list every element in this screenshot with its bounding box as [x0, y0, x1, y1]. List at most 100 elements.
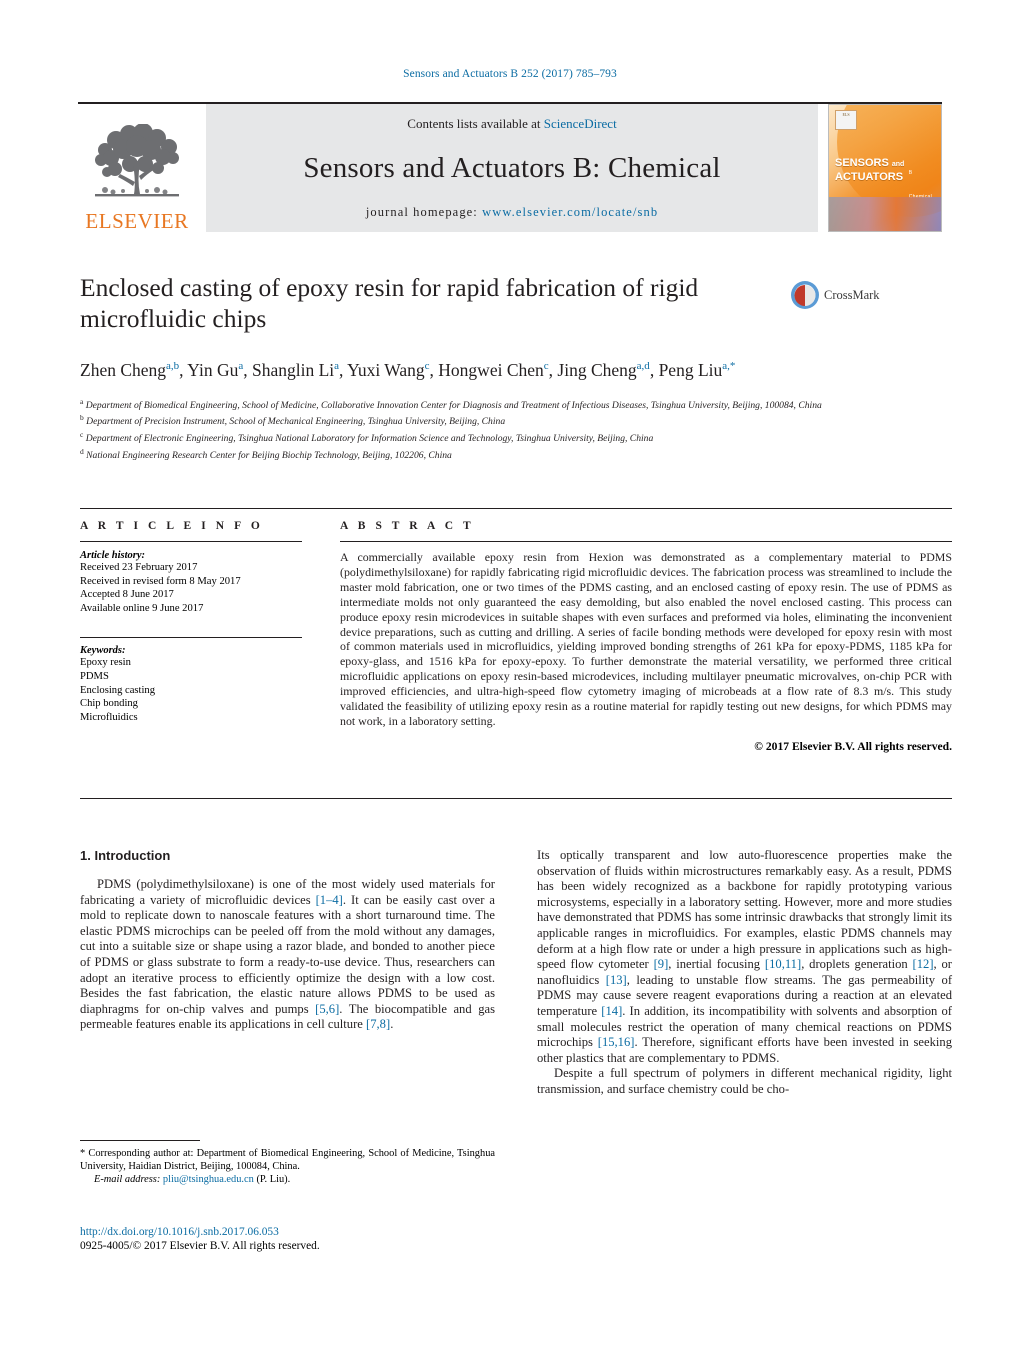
- affiliation-list: a Department of Biomedical Engineering, …: [80, 396, 870, 462]
- citation-link[interactable]: [14]: [601, 1004, 622, 1018]
- author-name: Shanglin Lia: [251, 359, 340, 380]
- article-info-heading: A R T I C L E I N F O: [80, 520, 264, 532]
- abstract-bottom-rule: [80, 798, 952, 799]
- crossmark-label: CrossMark: [824, 287, 880, 302]
- keyword-item: PDMS: [80, 670, 109, 682]
- cover-publisher-mark: ELS: [835, 110, 857, 130]
- email-link[interactable]: pliu@tsinghua.edu.cn: [163, 1174, 254, 1185]
- article-info-column: A R T I C L E I N F O Article history: R…: [80, 520, 330, 753]
- crossmark-badge[interactable]: CrossMark: [790, 280, 886, 310]
- citation-link[interactable]: [12]: [913, 957, 934, 971]
- citation-link[interactable]: [13]: [606, 973, 627, 987]
- journal-homepage-line: journal homepage: www.elsevier.com/locat…: [366, 205, 658, 220]
- abstract-copyright: © 2017 Elsevier B.V. All rights reserved…: [754, 739, 952, 753]
- author-affiliation-mark: a,*: [722, 360, 736, 372]
- author-affiliation-mark: a,d: [636, 360, 650, 372]
- introduction-paragraph-1: PDMS (polydimethylsiloxane) is one of th…: [80, 877, 495, 1032]
- cover-title-text: SENSORS and ACTUATORS: [835, 157, 904, 183]
- abstract-column: A B S T R A C T A commercially available…: [340, 520, 952, 753]
- cover-and: and: [891, 161, 905, 168]
- author-affiliation-mark: a: [238, 360, 244, 372]
- abstract-text: A commercially available epoxy resin fro…: [340, 550, 952, 728]
- body-column-right: Its optically transparent and low auto-f…: [537, 848, 952, 1098]
- keyword-item: Microfluidics: [80, 711, 138, 723]
- running-head: Sensors and Actuators B 252 (2017) 785–7…: [403, 68, 617, 80]
- title-block: Enclosed casting of epoxy resin for rapi…: [80, 272, 880, 462]
- citation-link[interactable]: [5,6]: [315, 1002, 339, 1016]
- citation-link[interactable]: [9]: [654, 957, 669, 971]
- issn-copyright: 0925-4005/© 2017 Elsevier B.V. All right…: [80, 1240, 320, 1252]
- article-history-item: Received 23 February 2017: [80, 562, 198, 573]
- author-name: Peng Liua,*: [658, 359, 736, 380]
- article-history-list: Received 23 February 2017 Received in rev…: [80, 561, 330, 615]
- keywords-block: Keywords: Epoxy resin PDMS Enclosing casti…: [80, 637, 330, 724]
- cover-letter-b: B: [908, 170, 913, 176]
- affiliation-mark: d: [80, 446, 84, 456]
- paper-page: Sensors and Actuators B 252 (2017) 785–7…: [0, 0, 1020, 1351]
- homepage-url-link[interactable]: www.elsevier.com/locate/snb: [482, 205, 658, 219]
- author-list: Zhen Chenga,b, Yin Gua, Shanglin Lia, Yu…: [80, 359, 736, 380]
- citation-link[interactable]: [10,11]: [765, 957, 801, 971]
- cover-line-2: ACTUATORS: [835, 171, 904, 183]
- affiliation-mark: c: [80, 430, 84, 440]
- cover-line-1: SENSORS: [835, 157, 889, 169]
- sciencedirect-link[interactable]: ScienceDirect: [544, 116, 617, 131]
- crossmark-icon: [791, 281, 819, 309]
- introduction-heading: 1. Introduction: [80, 848, 171, 863]
- author-affiliation-mark: a,b: [166, 360, 180, 372]
- footnote-email-line: E-mail address: pliu@tsinghua.edu.cn (P.…: [80, 1173, 495, 1186]
- contents-prefix: Contents lists available at: [407, 116, 544, 131]
- article-info-rule: [80, 541, 302, 542]
- article-history-item: Available online 9 June 2017: [80, 602, 204, 614]
- info-top-rule: [80, 508, 952, 509]
- page-footer: http://dx.doi.org/10.1016/j.snb.2017.06.…: [80, 1225, 580, 1254]
- introduction-paragraph-1-cont: Its optically transparent and low auto-f…: [537, 848, 953, 1065]
- elsevier-logo: ELSEVIER: [78, 104, 196, 232]
- keywords-label: Keywords:: [80, 645, 126, 657]
- author-affiliation-mark: c: [424, 360, 430, 372]
- author-name: Yuxi Wangc: [347, 359, 430, 380]
- citation-link[interactable]: [7,8]: [366, 1017, 390, 1031]
- contents-available-line: Contents lists available at ScienceDirec…: [407, 116, 616, 132]
- author-name: Yin Gua: [187, 359, 244, 380]
- citation-link[interactable]: [15,16]: [598, 1035, 635, 1049]
- body-columns: 1. Introduction PDMS (polydimethylsiloxa…: [80, 848, 952, 1098]
- affiliation-item: c Department of Electronic Engineering, …: [80, 430, 654, 445]
- author-name: Hongwei Chenc: [438, 359, 549, 380]
- journal-masthead: ELSEVIER Contents lists available at Sci…: [78, 102, 942, 232]
- article-history-item: Accepted 8 June 2017: [80, 589, 174, 601]
- footnote-body: Corresponding author at: Department of B…: [80, 1148, 495, 1173]
- corresponding-author-footnote: * Corresponding author at: Department of…: [80, 1140, 495, 1187]
- author-name: Jing Chenga,d: [557, 359, 650, 380]
- abstract-heading: A B S T R A C T: [340, 520, 475, 532]
- abstract-rule: [340, 541, 952, 542]
- citation-link[interactable]: [1–4]: [316, 893, 343, 907]
- elsevier-tree-icon: [95, 124, 179, 197]
- journal-cover-thumbnail: ELS SENSORS and ACTUATORS B Chemical: [828, 104, 942, 232]
- page-title: Enclosed casting of epoxy resin for rapi…: [80, 273, 699, 333]
- info-abstract-row: A R T I C L E I N F O Article history: R…: [80, 520, 952, 753]
- footnote-text: * Corresponding author at: Department of…: [80, 1147, 495, 1173]
- homepage-prefix: journal homepage:: [365, 205, 483, 219]
- article-history-label: Article history:: [80, 550, 146, 561]
- journal-title: Sensors and Actuators B: Chemical: [303, 152, 721, 184]
- doi-link[interactable]: http://dx.doi.org/10.1016/j.snb.2017.06.…: [80, 1225, 580, 1239]
- introduction-paragraph-2: Despite a full spectrum of polymers in d…: [537, 1066, 952, 1096]
- elsevier-wordmark: ELSEVIER: [85, 209, 189, 233]
- keywords-list: Epoxy resin PDMS Enclosing casting Chip bon…: [80, 656, 330, 724]
- author-name: Zhen Chenga,b: [80, 359, 180, 380]
- affiliation-mark: b: [80, 413, 84, 423]
- cover-bottom-band: [829, 197, 941, 231]
- footnote-rule: [80, 1140, 200, 1141]
- body-column-left: 1. Introduction PDMS (polydimethylsiloxa…: [80, 848, 495, 1098]
- email-suffix: (P. Liu).: [253, 1174, 291, 1186]
- email-label: E-mail address:: [94, 1174, 161, 1186]
- affiliation-item: a Department of Biomedical Engineering, …: [80, 396, 822, 412]
- affiliation-mark: a: [80, 396, 84, 406]
- keyword-item: Epoxy resin: [80, 657, 131, 669]
- keyword-item: Enclosing casting: [80, 684, 156, 696]
- contents-bar: Contents lists available at ScienceDirec…: [206, 104, 818, 232]
- affiliation-item: b Department of Precision Instrument, Sc…: [80, 413, 506, 428]
- author-affiliation-mark: c: [543, 360, 549, 372]
- author-affiliation-mark: a: [334, 360, 340, 372]
